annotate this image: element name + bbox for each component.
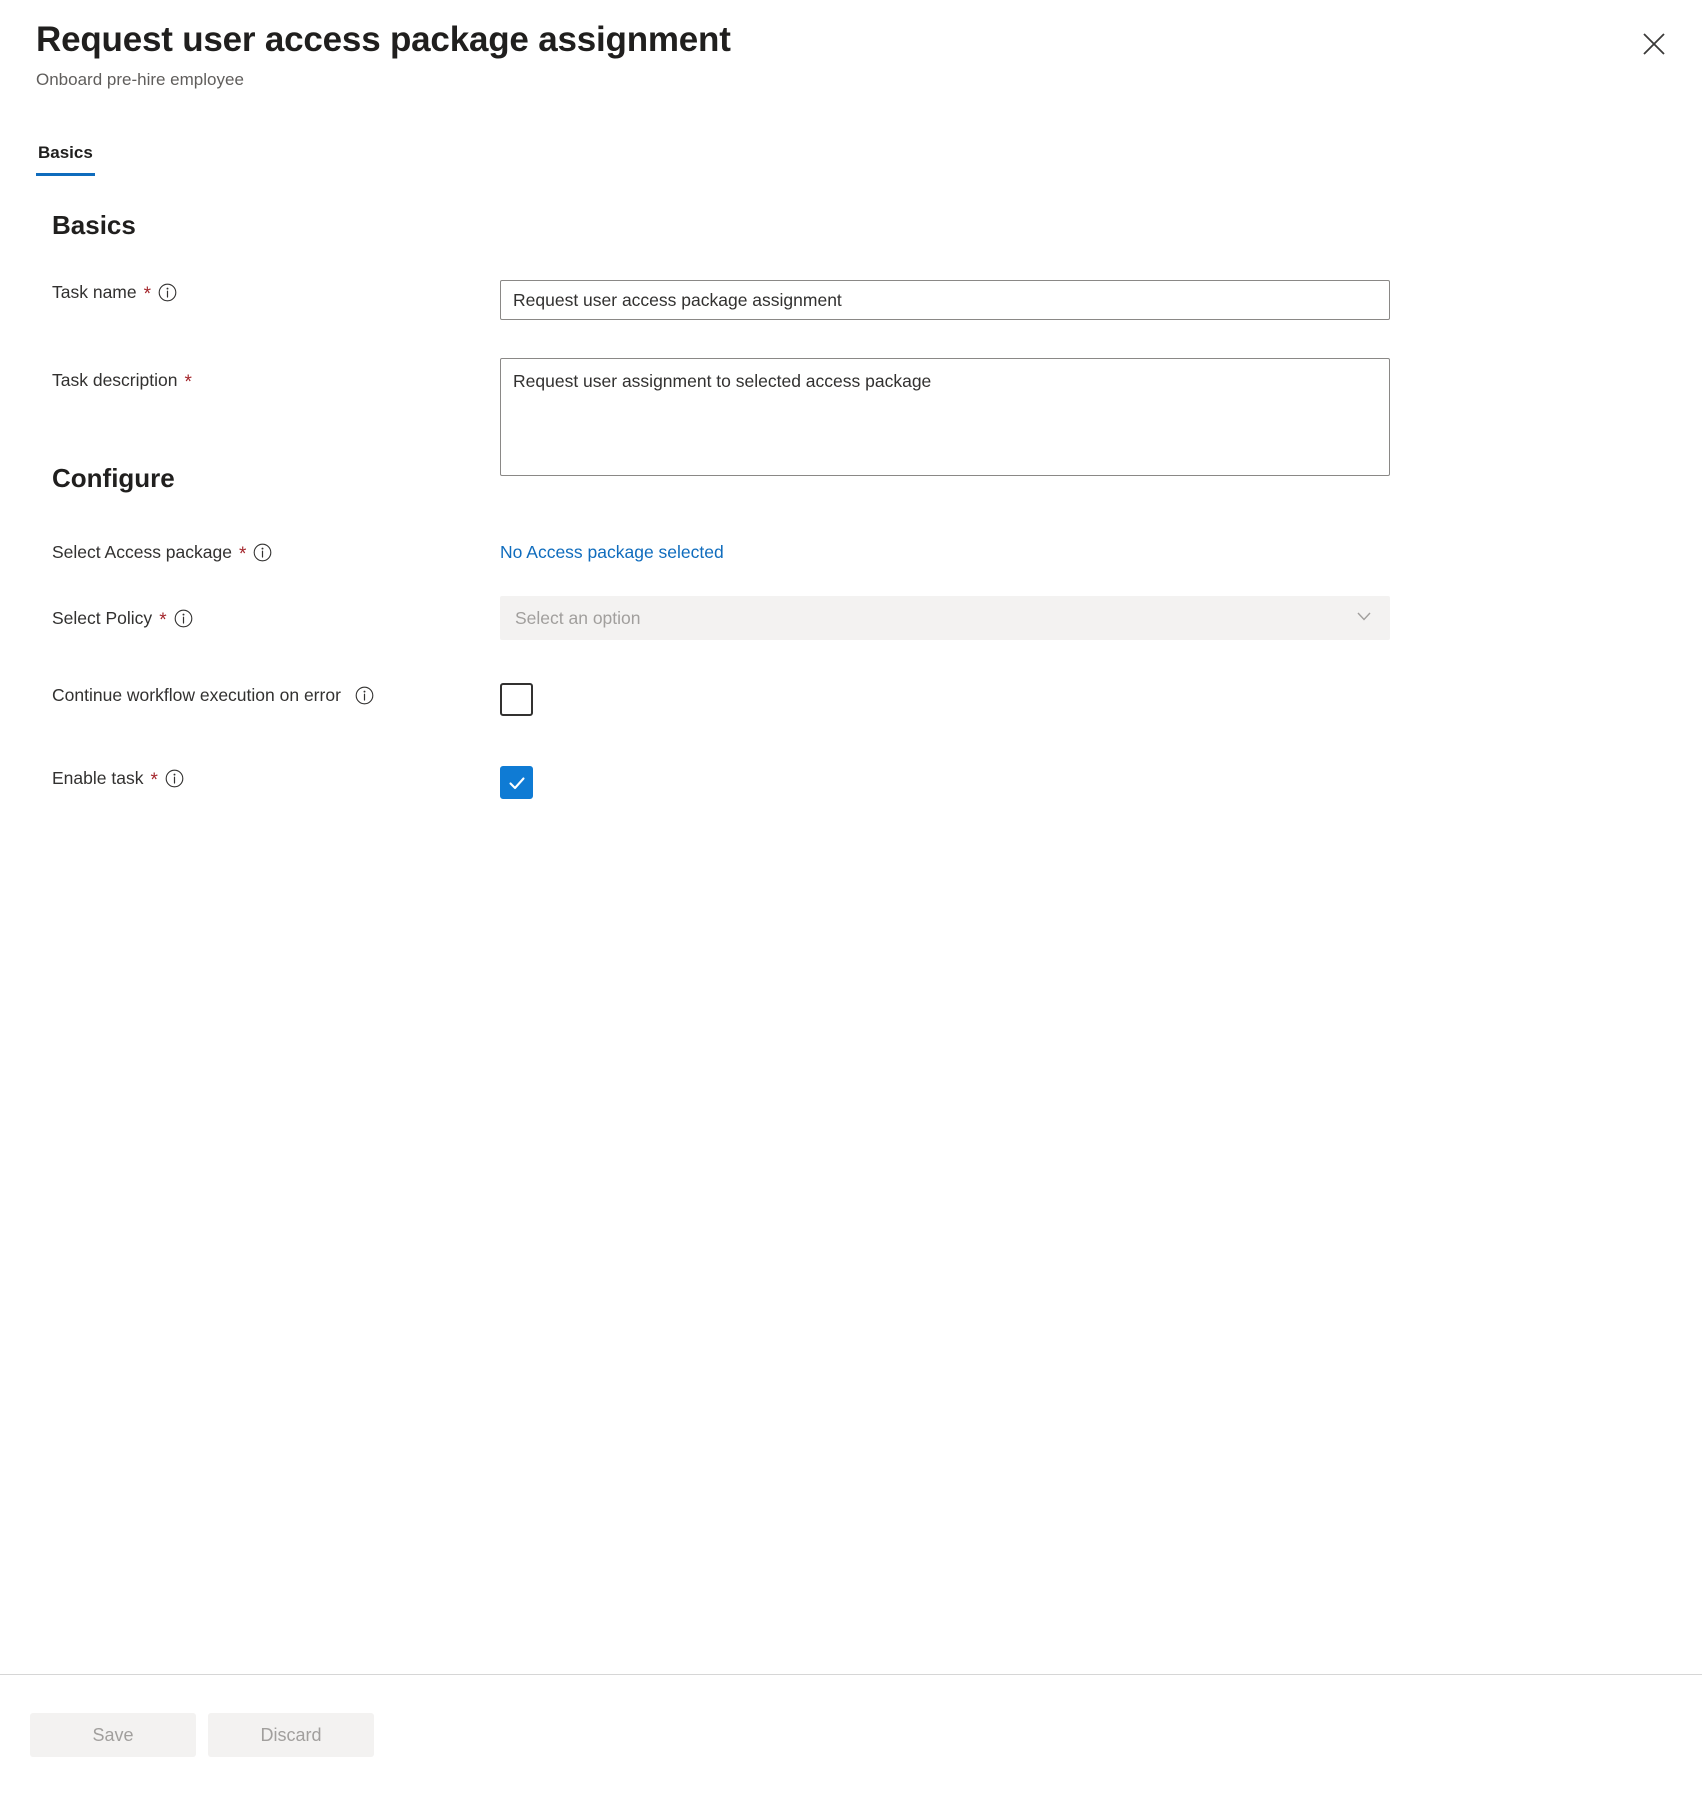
tab-basics[interactable]: Basics [36, 138, 95, 176]
label-select-policy: Select Policy * [0, 596, 500, 630]
task-description-textarea[interactable] [500, 358, 1390, 476]
select-policy-placeholder: Select an option [515, 606, 641, 630]
footer-action-bar: Save Discard [0, 1675, 1702, 1808]
save-button[interactable]: Save [30, 1713, 196, 1757]
info-icon[interactable] [165, 769, 184, 788]
field-row-task-name: Task name * [0, 280, 1390, 320]
task-name-input[interactable] [500, 280, 1390, 320]
control-task-description [500, 358, 1390, 481]
label-select-access-package-text: Select Access package [52, 540, 232, 564]
required-indicator: * [239, 545, 246, 564]
required-indicator: * [150, 771, 157, 790]
tab-list: Basics [36, 138, 95, 176]
select-policy-dropdown[interactable]: Select an option [500, 596, 1390, 640]
info-icon[interactable] [158, 283, 177, 302]
tab-basics-label: Basics [38, 143, 93, 162]
page-header: Request user access package assignment O… [0, 0, 1702, 92]
required-indicator: * [184, 373, 191, 392]
label-enable-task-text: Enable task [52, 766, 143, 790]
label-select-policy-text: Select Policy [52, 606, 152, 630]
label-task-name-text: Task name [52, 280, 137, 304]
form-body: Basics Task name * Task description * [0, 208, 1702, 242]
label-continue-on-error-text: Continue workflow execution on error [52, 683, 341, 707]
field-row-continue-on-error: Continue workflow execution on error [0, 683, 533, 716]
control-continue-on-error [500, 683, 533, 716]
chevron-down-icon [1353, 605, 1375, 632]
field-row-enable-task: Enable task * [0, 766, 533, 799]
close-button[interactable] [1632, 22, 1676, 66]
continue-on-error-checkbox[interactable] [500, 683, 533, 716]
field-row-task-description: Task description * [0, 358, 1390, 481]
label-task-description: Task description * [0, 358, 500, 392]
control-enable-task [500, 766, 533, 799]
section-title-basics: Basics [52, 208, 1702, 242]
label-task-description-text: Task description [52, 368, 177, 392]
label-task-name: Task name * [0, 280, 500, 304]
discard-button[interactable]: Discard [208, 1713, 374, 1757]
label-continue-on-error: Continue workflow execution on error [0, 683, 500, 707]
control-select-access-package: No Access package selected [500, 540, 724, 564]
page-title: Request user access package assignment [36, 18, 1666, 62]
required-indicator: * [159, 611, 166, 630]
close-icon [1641, 31, 1667, 57]
no-access-package-selected-link[interactable]: No Access package selected [500, 542, 724, 562]
section-title-configure: Configure [52, 461, 175, 495]
page-subtitle: Onboard pre-hire employee [36, 68, 1666, 92]
label-enable-task: Enable task * [0, 766, 500, 790]
field-row-select-access-package: Select Access package * No Access packag… [0, 540, 724, 564]
control-task-name [500, 280, 1390, 320]
info-icon[interactable] [355, 686, 374, 705]
info-icon[interactable] [174, 609, 193, 628]
control-select-policy: Select an option [500, 596, 1390, 640]
field-row-select-policy: Select Policy * Select an option [0, 596, 1390, 640]
info-icon[interactable] [253, 543, 272, 562]
enable-task-checkbox[interactable] [500, 766, 533, 799]
label-select-access-package: Select Access package * [0, 540, 500, 564]
required-indicator: * [144, 285, 151, 304]
